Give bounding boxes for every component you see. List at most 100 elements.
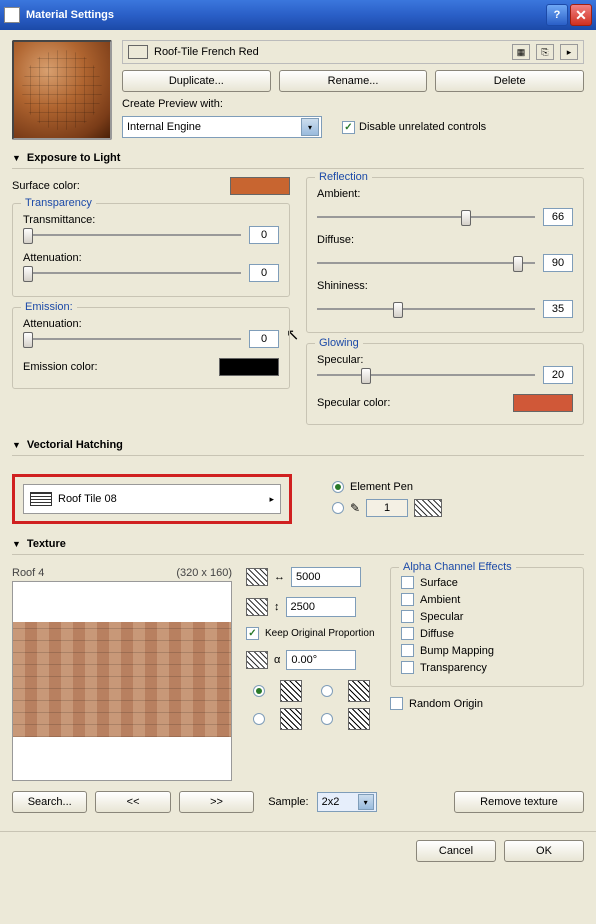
section-hatching[interactable]: ▼ Vectorial Hatching (12, 435, 584, 456)
emission-color-label: Emission color: (23, 361, 123, 373)
alpha-ambient-checkbox[interactable] (401, 593, 414, 606)
specular-label: Specular: (317, 354, 573, 366)
element-pen-label: Element Pen (350, 481, 413, 493)
ok-button[interactable]: OK (504, 840, 584, 862)
material-name: Roof-Tile French Red (154, 46, 506, 58)
reflection-title: Reflection (315, 171, 372, 183)
height-icon (246, 598, 268, 616)
surface-color-label: Surface color: (12, 180, 112, 192)
keep-proportion-checkbox[interactable]: ✓ (246, 627, 259, 640)
pattern-radio-1[interactable] (253, 685, 265, 697)
search-button[interactable]: Search... (12, 791, 87, 813)
specular-color-label: Specular color: (317, 397, 427, 409)
texture-angle-input[interactable]: 0.00° (286, 650, 356, 670)
grid-icon[interactable]: ▦ (512, 44, 530, 60)
hatching-highlight-box: Roof Tile 08 (12, 474, 292, 524)
hatching-selector[interactable]: Roof Tile 08 (23, 484, 281, 514)
pattern-radio-3[interactable] (253, 713, 265, 725)
alpha-channel-box: Alpha Channel Effects Surface Ambient Sp… (390, 567, 584, 687)
alpha-title: Alpha Channel Effects (399, 561, 516, 573)
help-button[interactable]: ? (546, 4, 568, 26)
chevron-down-icon: ▼ (12, 440, 21, 450)
transparency-attenuation-label: Attenuation: (23, 252, 279, 264)
emission-attenuation-slider[interactable] (23, 330, 241, 348)
transparency-title: Transparency (21, 197, 96, 209)
material-preview-sphere (12, 40, 112, 140)
ambient-label: Ambient: (317, 188, 402, 200)
prev-button[interactable]: << (95, 791, 170, 813)
next-button[interactable]: >> (179, 791, 254, 813)
custom-pen-radio[interactable] (332, 502, 344, 514)
sample-combo[interactable]: 2x2 (317, 792, 377, 812)
disable-unrelated-label: Disable unrelated controls (359, 121, 486, 133)
delete-button[interactable]: Delete (435, 70, 584, 92)
transparency-attenuation-value[interactable]: 0 (249, 264, 279, 282)
link-icon[interactable]: ⎘ (536, 44, 554, 60)
specular-value[interactable]: 20 (543, 366, 573, 384)
sample-label: Sample: (268, 796, 308, 808)
angle-icon (246, 651, 268, 669)
ambient-slider[interactable] (317, 208, 535, 226)
material-name-row: Roof-Tile French Red ▦ ⎘ ▸ (122, 40, 584, 64)
disable-unrelated-checkbox[interactable]: ✓ (342, 121, 355, 134)
diffuse-slider[interactable] (317, 254, 535, 272)
h-arrow-icon: ↔ (274, 571, 285, 583)
random-origin-checkbox[interactable] (390, 697, 403, 710)
pattern-radio-2[interactable] (321, 685, 333, 697)
ambient-value[interactable]: 66 (543, 208, 573, 226)
duplicate-button[interactable]: Duplicate... (122, 70, 271, 92)
pattern-option-3[interactable] (280, 708, 302, 730)
pen-number-input[interactable]: 1 (366, 499, 408, 517)
emission-attenuation-value[interactable]: 0 (249, 330, 279, 348)
emission-color-swatch[interactable] (219, 358, 279, 376)
material-color-swatch[interactable] (128, 45, 148, 59)
transmittance-label: Transmittance: (23, 214, 279, 226)
alpha-bump-checkbox[interactable] (401, 644, 414, 657)
remove-texture-button[interactable]: Remove texture (454, 791, 584, 813)
hatch-pattern-icon (30, 492, 52, 506)
shininess-value[interactable]: 35 (543, 300, 573, 318)
width-icon (246, 568, 268, 586)
pen-icon: ✎ (350, 501, 360, 515)
surface-color-swatch[interactable] (230, 177, 290, 195)
alpha-transparency-checkbox[interactable] (401, 661, 414, 674)
emission-title: Emission: (21, 301, 77, 313)
random-origin-label: Random Origin (409, 698, 483, 710)
glowing-title: Glowing (315, 337, 363, 349)
section-exposure[interactable]: ▼ Exposure to Light (12, 148, 584, 169)
texture-height-input[interactable]: 2500 (286, 597, 356, 617)
cancel-button[interactable]: Cancel (416, 840, 496, 862)
shininess-slider[interactable] (317, 300, 535, 318)
specular-color-swatch[interactable] (513, 394, 573, 412)
chevron-down-icon: ▼ (12, 153, 21, 163)
texture-dims: (320 x 160) (176, 567, 232, 579)
diffuse-value[interactable]: 90 (543, 254, 573, 272)
section-texture[interactable]: ▼ Texture (12, 534, 584, 555)
titlebar[interactable]: Material Settings ? ✕ (0, 0, 596, 30)
pattern-option-4[interactable] (348, 708, 370, 730)
rename-button[interactable]: Rename... (279, 70, 428, 92)
specular-slider[interactable] (317, 366, 535, 384)
alpha-diffuse-checkbox[interactable] (401, 627, 414, 640)
texture-name: Roof 4 (12, 567, 44, 579)
pattern-radio-4[interactable] (321, 713, 333, 725)
pattern-option-2[interactable] (348, 680, 370, 702)
element-pen-radio[interactable] (332, 481, 344, 493)
transmittance-slider[interactable] (23, 226, 241, 244)
transmittance-value[interactable]: 0 (249, 226, 279, 244)
close-button[interactable]: ✕ (570, 4, 592, 26)
alpha-specular-checkbox[interactable] (401, 610, 414, 623)
texture-preview (12, 581, 232, 781)
window-title: Material Settings (26, 9, 114, 21)
diffuse-label: Diffuse: (317, 234, 402, 246)
menu-arrow-icon[interactable]: ▸ (560, 44, 578, 60)
engine-combo[interactable]: Internal Engine (122, 116, 322, 138)
shininess-label: Shininess: (317, 280, 402, 292)
alpha-surface-checkbox[interactable] (401, 576, 414, 589)
create-preview-label: Create Preview with: (122, 98, 584, 110)
pattern-option-1[interactable] (280, 680, 302, 702)
pen-pattern-icon[interactable] (414, 499, 442, 517)
hatching-name: Roof Tile 08 (58, 493, 117, 505)
texture-width-input[interactable]: 5000 (291, 567, 361, 587)
transparency-attenuation-slider[interactable] (23, 264, 241, 282)
